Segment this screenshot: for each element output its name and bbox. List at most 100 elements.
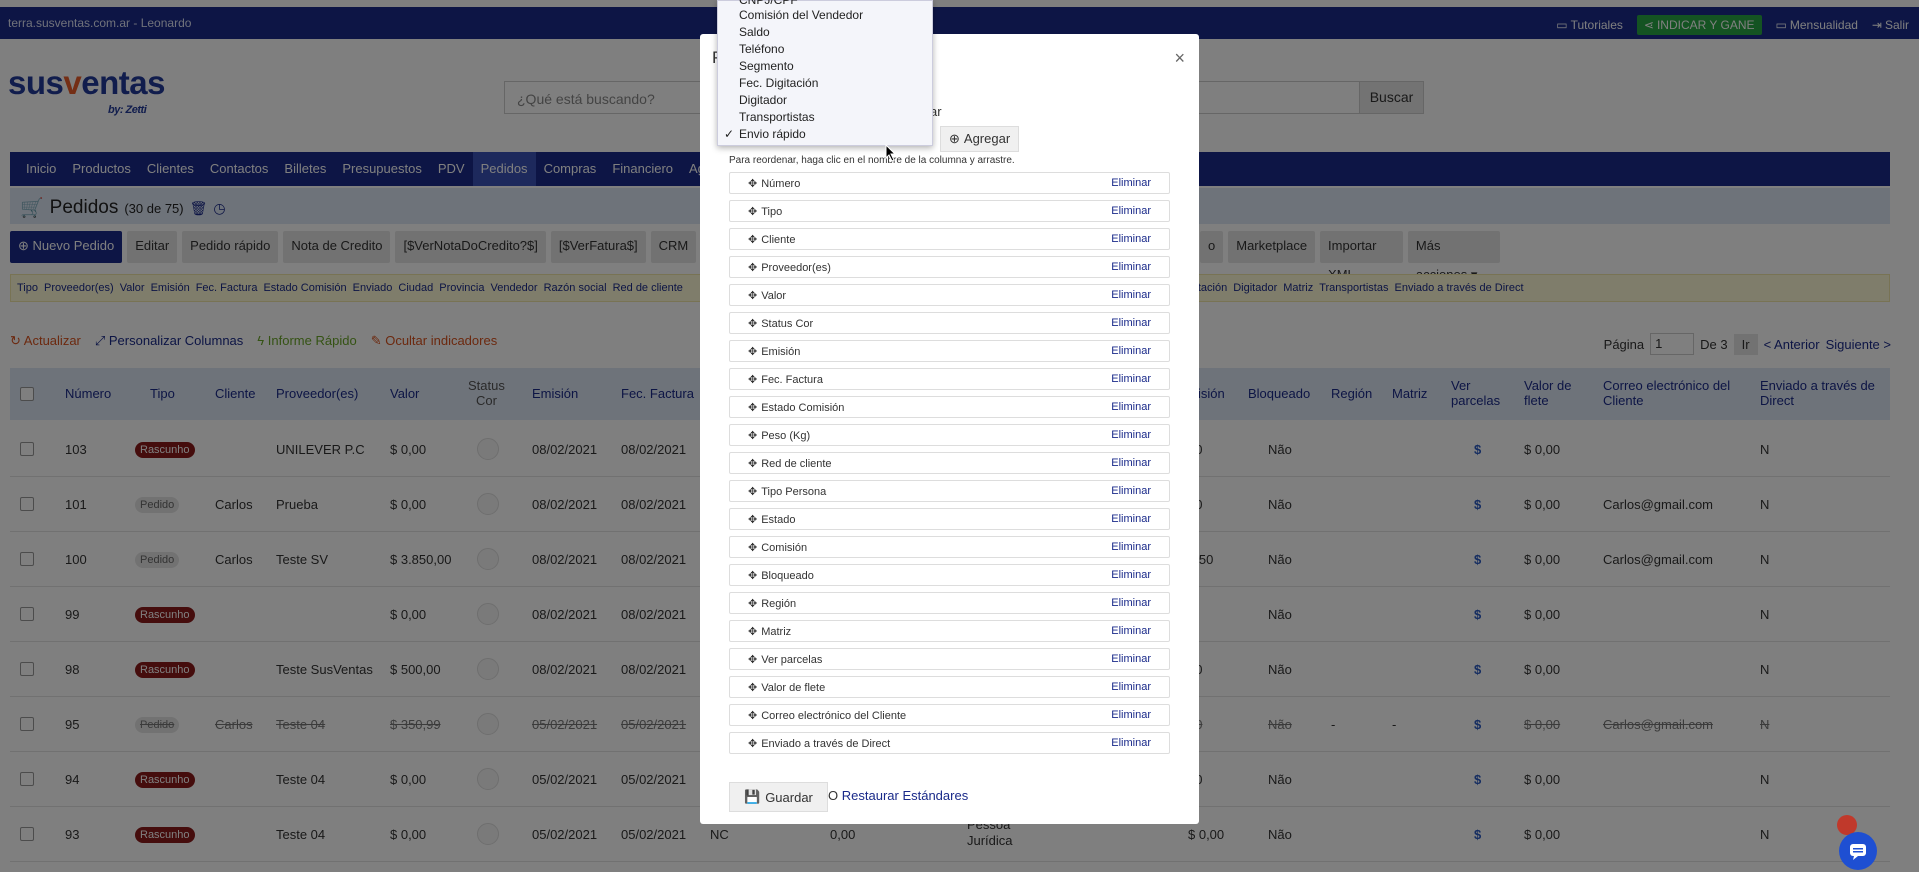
- column-item[interactable]: ✥ Matriz Eliminar: [729, 620, 1170, 642]
- eliminar-link[interactable]: Eliminar: [1111, 401, 1151, 413]
- column-item-name[interactable]: ✥ Valor de flete: [748, 681, 825, 695]
- column-item-name[interactable]: ✥ Estado Comisión: [748, 401, 844, 415]
- move-icon: ✥: [748, 542, 758, 554]
- column-item-name[interactable]: ✥ Región: [748, 597, 796, 611]
- save-icon: 💾: [744, 789, 761, 804]
- eliminar-link[interactable]: Eliminar: [1111, 345, 1151, 357]
- column-item[interactable]: ✥ Correo electrónico del Cliente Eliminar: [729, 704, 1170, 726]
- eliminar-link[interactable]: Eliminar: [1111, 541, 1151, 553]
- restaurar-text: O Restaurar Estándares: [828, 788, 969, 803]
- column-item-name[interactable]: ✥ Peso (Kg): [748, 429, 810, 443]
- column-item[interactable]: ✥ Peso (Kg) Eliminar: [729, 424, 1170, 446]
- column-item[interactable]: ✥ Status Cor Eliminar: [729, 312, 1170, 334]
- eliminar-link[interactable]: Eliminar: [1111, 317, 1151, 329]
- column-item[interactable]: ✥ Ver parcelas Eliminar: [729, 648, 1170, 670]
- eliminar-link[interactable]: Eliminar: [1111, 261, 1151, 273]
- eliminar-link[interactable]: Eliminar: [1111, 233, 1151, 245]
- column-item[interactable]: ✥ Estado Eliminar: [729, 508, 1170, 530]
- move-icon: ✥: [748, 178, 758, 190]
- eliminar-link[interactable]: Eliminar: [1111, 653, 1151, 665]
- eliminar-link[interactable]: Eliminar: [1111, 625, 1151, 637]
- column-item[interactable]: ✥ Tipo Eliminar: [729, 200, 1170, 222]
- column-item[interactable]: ✥ Emisión Eliminar: [729, 340, 1170, 362]
- eliminar-link[interactable]: Eliminar: [1111, 177, 1151, 189]
- column-item[interactable]: ✥ Proveedor(es) Eliminar: [729, 256, 1170, 278]
- move-icon: ✥: [748, 626, 758, 638]
- eliminar-link[interactable]: Eliminar: [1111, 485, 1151, 497]
- dropdown-option[interactable]: Saldo: [739, 24, 770, 41]
- mouse-cursor-icon: [885, 144, 897, 162]
- dropdown-option[interactable]: Teléfono: [739, 41, 784, 58]
- column-item-name[interactable]: ✥ Matriz: [748, 625, 791, 639]
- column-item[interactable]: ✥ Número Eliminar: [729, 172, 1170, 194]
- dropdown-option[interactable]: Segmento: [739, 58, 794, 75]
- column-item-name[interactable]: ✥ Valor: [748, 289, 786, 303]
- eliminar-link[interactable]: Eliminar: [1111, 205, 1151, 217]
- eliminar-link[interactable]: Eliminar: [1111, 569, 1151, 581]
- column-item-name[interactable]: ✥ Proveedor(es): [748, 261, 831, 275]
- move-icon: ✥: [748, 318, 758, 330]
- guardar-button[interactable]: 💾 Guardar: [729, 782, 828, 812]
- move-icon: ✥: [748, 234, 758, 246]
- customize-columns-modal: P × ar ⊕Agregar Para reordenar, haga cli…: [700, 34, 1199, 824]
- column-item-name[interactable]: ✥ Tipo: [748, 205, 782, 219]
- column-item[interactable]: ✥ Cliente Eliminar: [729, 228, 1170, 250]
- column-item[interactable]: ✥ Tipo Persona Eliminar: [729, 480, 1170, 502]
- move-icon: ✥: [748, 514, 758, 526]
- eliminar-link[interactable]: Eliminar: [1111, 457, 1151, 469]
- column-item-name[interactable]: ✥ Emisión: [748, 345, 800, 359]
- column-item[interactable]: ✥ Región Eliminar: [729, 592, 1170, 614]
- move-icon: ✥: [748, 458, 758, 470]
- restaurar-link[interactable]: Restaurar Estándares: [842, 788, 968, 803]
- column-item-name[interactable]: ✥ Ver parcelas: [748, 653, 822, 667]
- eliminar-link[interactable]: Eliminar: [1111, 681, 1151, 693]
- column-item[interactable]: ✥ Red de cliente Eliminar: [729, 452, 1170, 474]
- move-icon: ✥: [748, 654, 758, 666]
- eliminar-link[interactable]: Eliminar: [1111, 373, 1151, 385]
- move-icon: ✥: [748, 290, 758, 302]
- dropdown-option[interactable]: Transportistas: [739, 109, 815, 126]
- column-item[interactable]: ✥ Comisión Eliminar: [729, 536, 1170, 558]
- eliminar-link[interactable]: Eliminar: [1111, 597, 1151, 609]
- eliminar-link[interactable]: Eliminar: [1111, 289, 1151, 301]
- check-icon: ✓: [724, 127, 735, 141]
- column-item-name[interactable]: ✥ Tipo Persona: [748, 485, 826, 499]
- column-item-name[interactable]: ✥ Comisión: [748, 541, 807, 555]
- column-item-name[interactable]: ✥ Correo electrónico del Cliente: [748, 709, 906, 723]
- move-icon: ✥: [748, 402, 758, 414]
- dropdown-option-selected[interactable]: Envio rápido: [739, 126, 806, 143]
- chat-icon[interactable]: [1839, 832, 1877, 870]
- dropdown-option[interactable]: Fec. Digitación: [739, 75, 818, 92]
- eliminar-link[interactable]: Eliminar: [1111, 737, 1151, 749]
- move-icon: ✥: [748, 346, 758, 358]
- move-icon: ✥: [748, 710, 758, 722]
- reorder-hint: Para reordenar, haga clic en el nombre d…: [729, 155, 1015, 166]
- dropdown-option[interactable]: Comisión del Vendedor: [739, 7, 863, 24]
- eliminar-link[interactable]: Eliminar: [1111, 513, 1151, 525]
- column-item-name[interactable]: ✥ Red de cliente: [748, 457, 832, 471]
- column-item-name[interactable]: ✥ Fec. Factura: [748, 373, 823, 387]
- dropdown-option[interactable]: Digitador: [739, 92, 787, 109]
- column-item-name[interactable]: ✥ Estado: [748, 513, 795, 527]
- eliminar-link[interactable]: Eliminar: [1111, 709, 1151, 721]
- column-item-name[interactable]: ✥ Enviado a través de Direct: [748, 737, 890, 751]
- column-select-dropdown[interactable]: CNPJ/CPF Comisión del Vendedor Saldo Tel…: [717, 0, 933, 146]
- column-item[interactable]: ✥ Fec. Factura Eliminar: [729, 368, 1170, 390]
- move-icon: ✥: [748, 486, 758, 498]
- column-item-name[interactable]: ✥ Cliente: [748, 233, 795, 247]
- column-item-name[interactable]: ✥ Bloqueado: [748, 569, 814, 583]
- column-item-name[interactable]: ✥ Status Cor: [748, 317, 813, 331]
- move-icon: ✥: [748, 374, 758, 386]
- column-item[interactable]: ✥ Enviado a través de Direct Eliminar: [729, 732, 1170, 754]
- move-icon: ✥: [748, 430, 758, 442]
- column-item[interactable]: ✥ Bloqueado Eliminar: [729, 564, 1170, 586]
- column-item[interactable]: ✥ Valor Eliminar: [729, 284, 1170, 306]
- column-item[interactable]: ✥ Valor de flete Eliminar: [729, 676, 1170, 698]
- move-icon: ✥: [748, 738, 758, 750]
- column-item-name[interactable]: ✥ Número: [748, 177, 800, 191]
- move-icon: ✥: [748, 570, 758, 582]
- eliminar-link[interactable]: Eliminar: [1111, 429, 1151, 441]
- agregar-button[interactable]: ⊕ Agregar: [940, 126, 1020, 152]
- close-icon[interactable]: ×: [1174, 48, 1185, 69]
- column-item[interactable]: ✥ Estado Comisión Eliminar: [729, 396, 1170, 418]
